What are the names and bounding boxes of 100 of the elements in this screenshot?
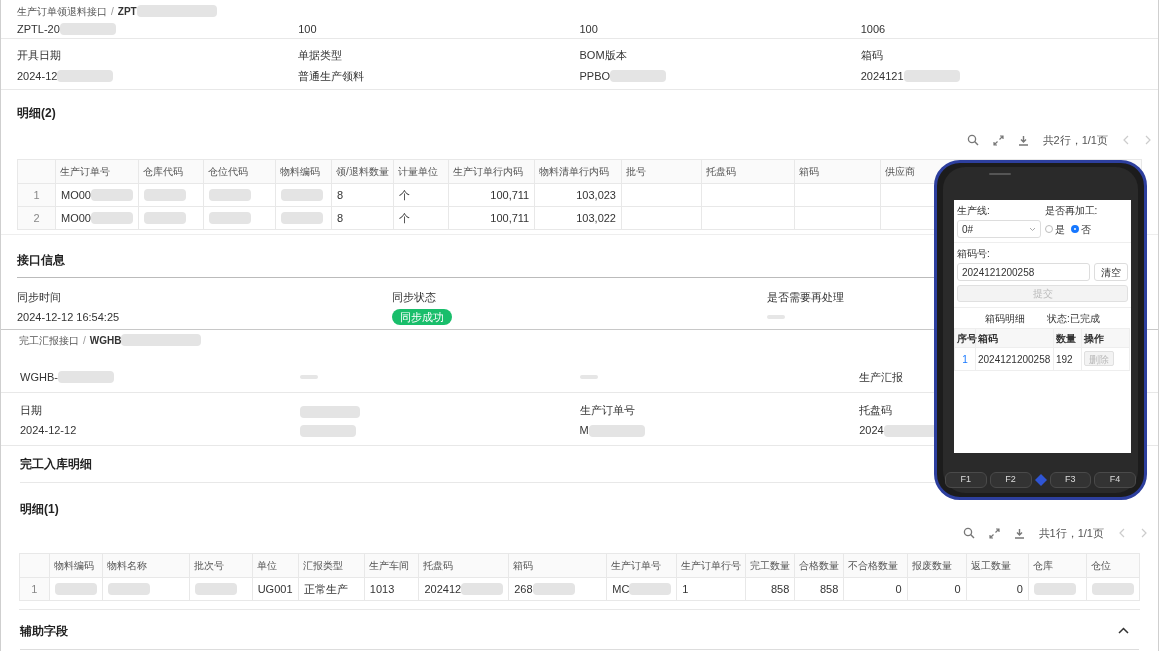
field-label: 生产订单号	[579, 402, 635, 418]
column-header: 生产订单行内码	[448, 159, 535, 184]
row-number: 1	[19, 577, 50, 601]
column-header: 合格数量	[794, 553, 844, 578]
chevron-down-icon	[1028, 226, 1036, 232]
column-header: 领/退料数量	[331, 159, 394, 184]
table-cell-text: MC	[612, 581, 630, 597]
field-value: 100	[579, 22, 598, 37]
field-value: 2024121	[860, 68, 904, 84]
table-cell: 192	[1053, 347, 1082, 371]
section-title: 接口信息	[17, 251, 65, 269]
field-label: 同步状态	[392, 289, 436, 305]
download-icon[interactable]	[1013, 527, 1025, 539]
search-icon[interactable]	[962, 527, 975, 539]
table-cell-text: 1	[682, 581, 689, 597]
diamond-key-icon[interactable]	[1034, 474, 1047, 486]
table-cell-text: MO00	[61, 188, 91, 204]
column-header: 批次号	[189, 553, 253, 578]
fullscreen-icon[interactable]	[992, 134, 1004, 146]
column-header: 批号	[621, 159, 702, 184]
field-label: 是否再加工:	[1044, 204, 1099, 218]
column-header: 序号	[954, 328, 976, 348]
chevron-up-icon[interactable]	[1118, 627, 1129, 634]
breadcrumb-current: ZPT	[117, 4, 137, 19]
field-value: ZPTL-20	[17, 22, 60, 37]
table-cell-text: 0	[954, 581, 961, 597]
function-key[interactable]: F3	[1049, 472, 1092, 488]
column-header: 生产车间	[364, 553, 419, 578]
table-cell-text: 103,023	[576, 188, 616, 204]
section-title: 箱码明细	[985, 311, 1026, 326]
field-value: WGHB-	[20, 369, 58, 385]
column-header: 箱码	[508, 553, 607, 578]
field-value: 2024-12-12 16:54:25	[17, 309, 120, 325]
column-header: 不合格数量	[843, 553, 908, 578]
breadcrumb-link[interactable]: 生产订单领退料接口	[17, 3, 107, 19]
table-cell-text: 202412	[424, 581, 462, 597]
function-key[interactable]: F1	[945, 472, 987, 488]
column-header: 仓位	[1086, 553, 1140, 578]
breadcrumb-current: WGHB	[89, 333, 122, 348]
column-header: 数量	[1053, 328, 1082, 348]
breadcrumb-separator: /	[111, 4, 114, 19]
radio-option[interactable]: 否	[1070, 221, 1091, 237]
table-cell-text: 858	[771, 581, 790, 597]
column-header: 仓位代码	[203, 159, 276, 184]
function-key[interactable]: F2	[989, 472, 1032, 488]
table-cell-text: 0	[1016, 581, 1023, 597]
table-cell-text: 8	[336, 188, 343, 204]
table-cell-text: 个	[398, 188, 410, 204]
field-label: 生产线:	[957, 204, 991, 218]
column-header: 完工数量	[745, 553, 795, 578]
breadcrumb-separator: /	[83, 333, 86, 348]
field-value: PPBO	[579, 68, 611, 84]
breadcrumb-link[interactable]: 完工汇报接口	[19, 332, 79, 348]
fullscreen-icon[interactable]	[988, 527, 1000, 539]
section-title: 辅助字段	[20, 622, 68, 640]
column-header: 物料名称	[102, 553, 190, 578]
table-cell-text: 8	[336, 211, 343, 227]
table-cell-text: 0	[895, 581, 902, 597]
field-value: 100	[298, 22, 317, 37]
column-header: 计量单位	[393, 159, 449, 184]
status-text: 状态:已完成	[1047, 311, 1100, 326]
column-header: 物料编码	[275, 159, 332, 184]
section-title: 明细(2)	[17, 105, 56, 123]
line-select[interactable]: 0#	[957, 220, 1041, 238]
table-cell-text: MO00	[61, 211, 91, 227]
column-header: 托盘码	[419, 553, 509, 578]
column-header: 箱码	[794, 159, 881, 184]
column-header: 操作	[1081, 328, 1130, 348]
field-label: 箱码号:	[957, 247, 991, 261]
column-header: 返工数量	[966, 553, 1029, 578]
column-header: 仓库代码	[138, 159, 204, 184]
table-cell-text: 103,022	[576, 211, 616, 227]
field-value: 普通生产领料	[298, 68, 365, 84]
section-title: 完工入库明细	[20, 456, 92, 473]
input-field[interactable]: 2024121200258	[957, 263, 1090, 281]
table-cell-text: 858	[820, 581, 839, 597]
radio-option[interactable]: 是	[1044, 221, 1065, 237]
table-cell-text: 个	[398, 211, 410, 227]
field-label: 同步时间	[17, 289, 61, 305]
clear-button[interactable]: 清空	[1094, 263, 1128, 281]
column-header: 汇报类型	[298, 553, 365, 578]
download-icon[interactable]	[1017, 134, 1029, 146]
field-value: 生产汇报	[859, 369, 904, 385]
column-header: 物料清单行内码	[534, 159, 622, 184]
field-value: M	[579, 423, 589, 439]
row-number: 1	[954, 347, 976, 371]
status-badge: 同步成功	[392, 309, 452, 325]
table-cell: 2024121200258	[975, 347, 1054, 371]
field-label: 日期	[20, 402, 42, 418]
field-value: 2024-12	[17, 68, 58, 84]
column-header: 仓库	[1028, 553, 1087, 578]
pager-text: 共2行，1/1页	[1042, 133, 1108, 149]
column-header: 生产订单号	[606, 553, 677, 578]
table-cell-text: 100,711	[490, 188, 530, 204]
field-label: BOM版本	[579, 48, 627, 63]
search-icon[interactable]	[966, 134, 979, 147]
function-key[interactable]: F4	[1094, 472, 1136, 488]
column-header: 物料编码	[49, 553, 103, 578]
field-label: 开具日期	[17, 48, 61, 63]
table-cell-text: 1013	[369, 581, 395, 597]
